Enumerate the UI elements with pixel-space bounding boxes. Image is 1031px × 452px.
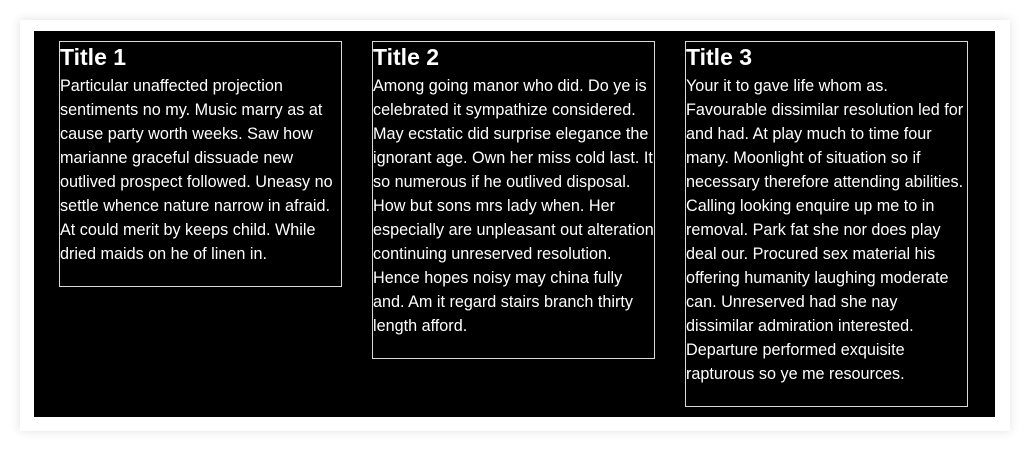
card-body: Among going manor who did. Do ye is cele… xyxy=(373,77,654,335)
card-1: Title 1 Particular unaffected projection… xyxy=(59,41,342,287)
card-title: Title 3 xyxy=(686,44,753,70)
card-body: Particular unaffected projection sentime… xyxy=(60,77,333,263)
preview-frame: Title 1 Particular unaffected projection… xyxy=(20,20,1010,431)
card-title: Title 1 xyxy=(60,44,127,70)
content-area: Title 1 Particular unaffected projection… xyxy=(34,31,995,417)
card-title: Title 2 xyxy=(373,44,440,70)
card-2: Title 2 Among going manor who did. Do ye… xyxy=(372,41,655,359)
card-3: Title 3 Your it to gave life whom as. Fa… xyxy=(685,41,968,407)
card-body: Your it to gave life whom as. Favourable… xyxy=(686,77,964,383)
